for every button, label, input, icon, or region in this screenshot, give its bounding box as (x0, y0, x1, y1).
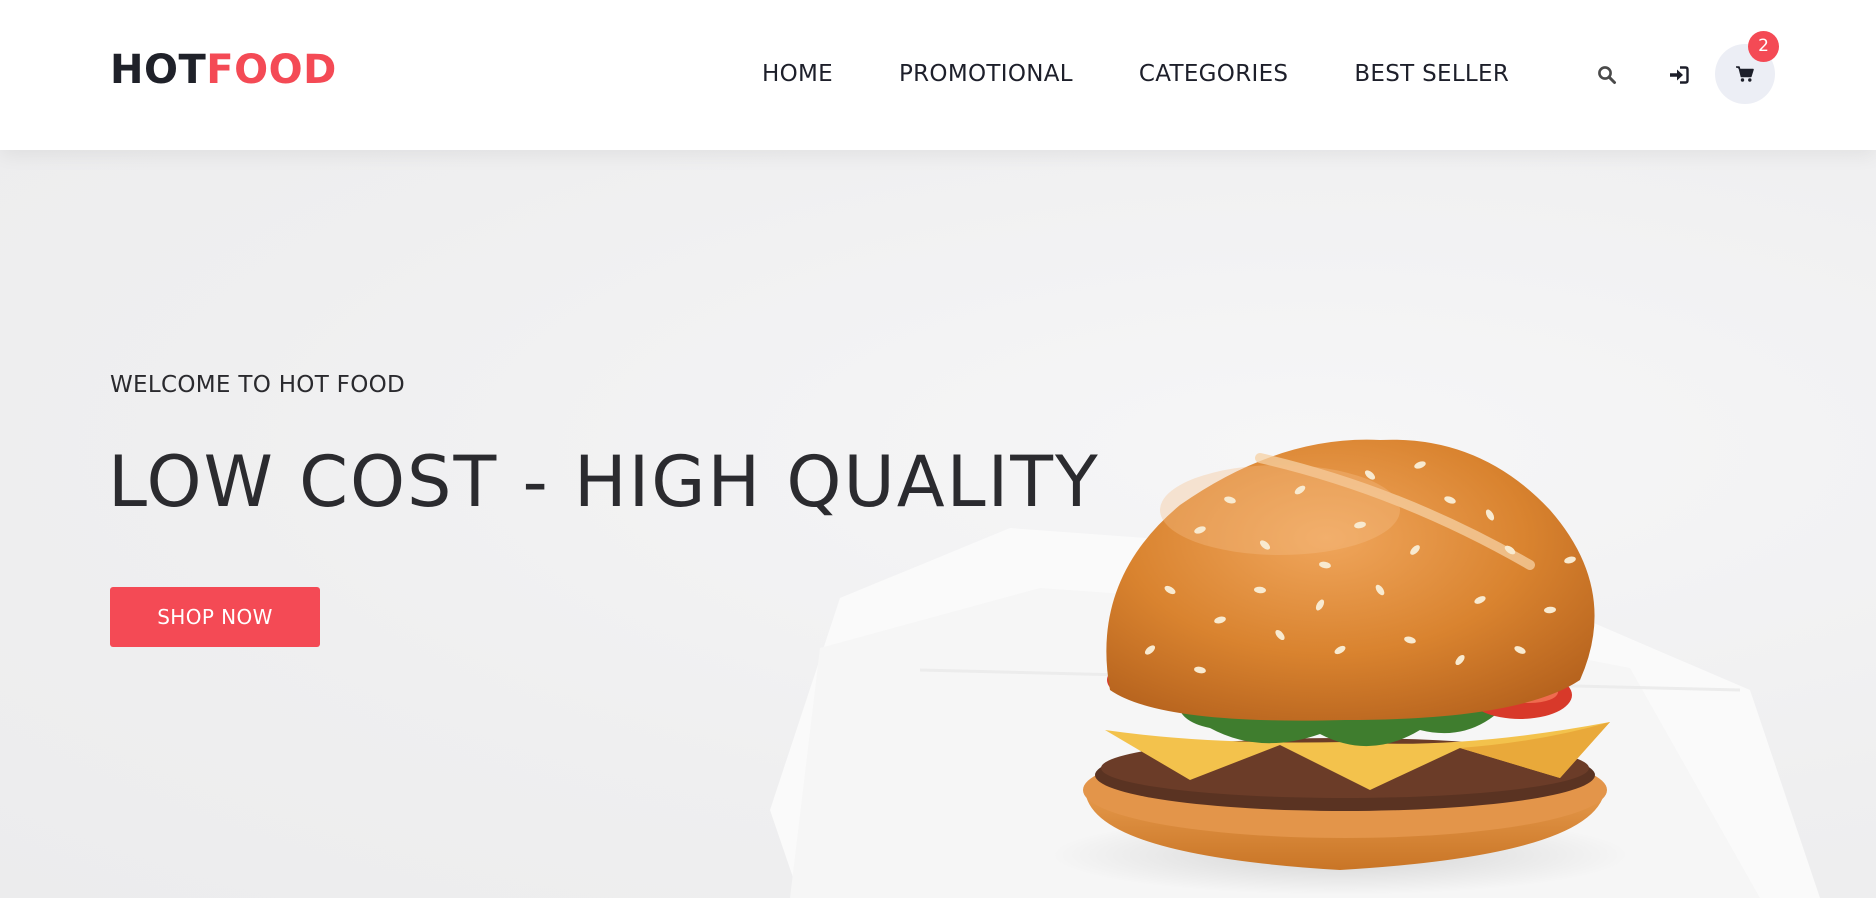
login-button[interactable] (1664, 60, 1694, 90)
main-nav: HOME PROMOTIONAL CATEGORIES BEST SELLER (762, 58, 1509, 90)
sign-in-icon (1670, 66, 1689, 84)
brand-logo-food: FOOD (206, 47, 337, 93)
burger-image (770, 439, 1820, 898)
nav-item-home[interactable]: HOME (762, 58, 833, 90)
brand-logo-hot: HOT (110, 47, 207, 93)
shop-now-button[interactable]: SHOP NOW (110, 587, 320, 647)
brand-logo[interactable]: HOTFOOD (110, 46, 337, 94)
cart-count-badge: 2 (1748, 31, 1779, 62)
search-icon (1598, 66, 1616, 84)
search-button[interactable] (1592, 60, 1622, 90)
shopping-cart-icon (1736, 66, 1754, 82)
hero-banner: WELCOME TO HOT FOOD LOW COST - HIGH QUAL… (0, 150, 1876, 898)
site-header: HOTFOOD HOME PROMOTIONAL CATEGORIES BEST… (0, 0, 1876, 150)
nav-item-promotional[interactable]: PROMOTIONAL (899, 58, 1073, 90)
nav-item-best-seller[interactable]: BEST SELLER (1354, 58, 1509, 90)
hero-welcome-text: WELCOME TO HOT FOOD (110, 372, 406, 398)
nav-item-categories[interactable]: CATEGORIES (1139, 58, 1288, 90)
